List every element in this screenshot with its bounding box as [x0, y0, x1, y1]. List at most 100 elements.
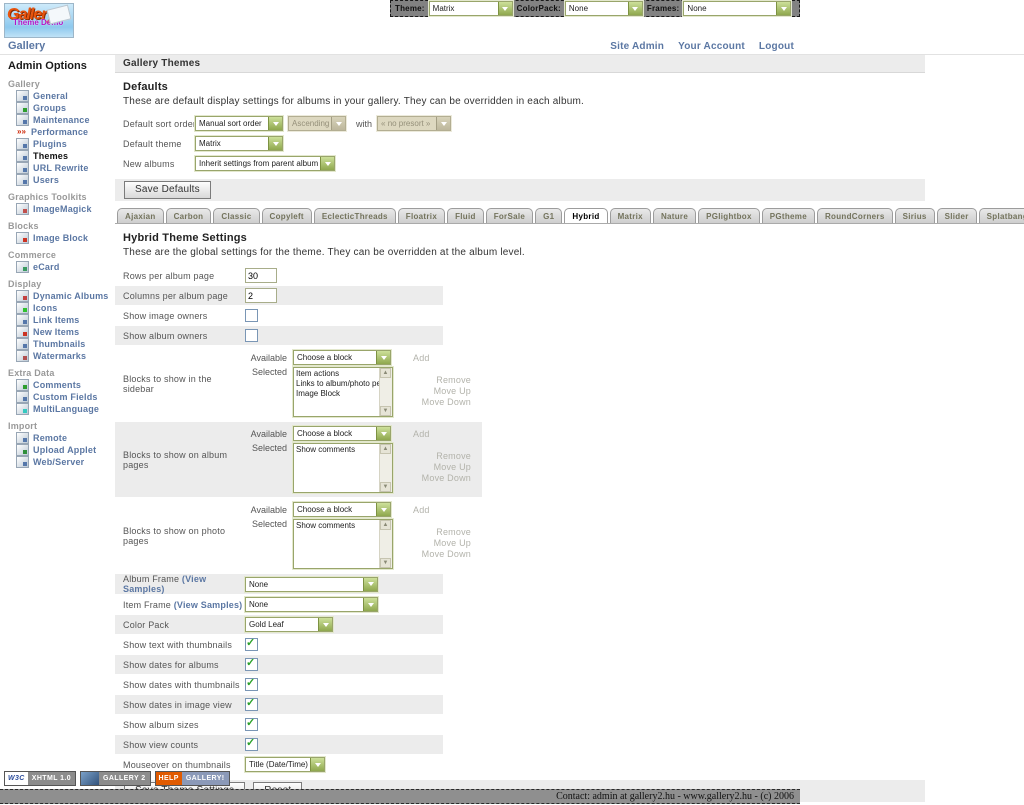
tab-eclecticthreads[interactable]: EclecticThreads — [314, 208, 396, 223]
tab-fluid[interactable]: Fluid — [447, 208, 484, 223]
action-remove-link[interactable]: Remove — [407, 527, 471, 538]
checkbox-show-album-owners[interactable] — [245, 329, 258, 342]
sidebar-item-web-server[interactable]: Web/Server — [16, 456, 115, 467]
tab-pgtheme[interactable]: PGtheme — [762, 208, 815, 223]
listbox-scrollbar[interactable]: ▲▼ — [379, 444, 392, 492]
view-samples-link[interactable]: (View Samples) — [174, 600, 243, 610]
checkbox-show-dates-with-thumbnails[interactable] — [245, 678, 258, 691]
sidebar-item-ecard[interactable]: eCard — [16, 261, 115, 272]
tab-splatbang[interactable]: Splatbang — [979, 208, 1024, 223]
action-remove-link[interactable]: Remove — [407, 375, 471, 386]
default-sort-order-select[interactable]: Manual sort order — [195, 116, 283, 131]
add-link[interactable]: Add — [413, 429, 430, 439]
checkbox-show-text-with-thumbnails[interactable] — [245, 638, 258, 651]
checkbox-show-album-sizes[interactable] — [245, 718, 258, 731]
tab-g1[interactable]: G1 — [535, 208, 562, 223]
tab-ajaxian[interactable]: Ajaxian — [117, 208, 164, 223]
action-move-up-link[interactable]: Move Up — [407, 538, 471, 549]
selected-blocks-listbox[interactable]: Item actionsLinks to album/photo peersIm… — [293, 367, 393, 417]
tab-copyleft[interactable]: Copyleft — [262, 208, 312, 223]
sidebar-item-plugins[interactable]: Plugins — [16, 138, 115, 149]
sidebar-item-watermarks[interactable]: Watermarks — [16, 350, 115, 361]
action-move-up-link[interactable]: Move Up — [407, 462, 471, 473]
gallery-logo[interactable]: Gallery Theme Demo — [4, 3, 74, 38]
colorpack-select[interactable]: None — [565, 1, 643, 16]
select-color-pack[interactable]: Gold Leaf — [245, 617, 333, 632]
sidebar-item-remote[interactable]: Remote — [16, 432, 115, 443]
sidebar-item-dynamic-albums[interactable]: Dynamic Albums — [16, 290, 115, 301]
text-input-columns-per-album-page[interactable] — [245, 288, 277, 303]
sidebar-item-link-items[interactable]: Link Items — [16, 314, 115, 325]
tab-slider[interactable]: Slider — [937, 208, 977, 223]
selected-blocks-listbox[interactable]: Show comments▲▼ — [293, 443, 393, 493]
gallery2-badge[interactable]: GALLERY 2 — [80, 771, 151, 786]
breadcrumb-gallery-link[interactable]: Gallery — [8, 40, 45, 52]
scroll-up-icon[interactable]: ▲ — [380, 520, 391, 530]
frames-select[interactable]: None — [683, 1, 791, 16]
help-gallery-badge[interactable]: HELP GALLERY! — [155, 771, 230, 786]
listbox-item[interactable]: Image Block — [296, 389, 378, 399]
tab-nature[interactable]: Nature — [653, 208, 696, 223]
scroll-down-icon[interactable]: ▼ — [380, 482, 391, 492]
listbox-item[interactable]: Show comments — [296, 521, 378, 531]
listbox-item[interactable]: Show comments — [296, 445, 378, 455]
your-account-link[interactable]: Your Account — [678, 41, 745, 52]
scroll-down-icon[interactable]: ▼ — [380, 558, 391, 568]
sidebar-item-users[interactable]: Users — [16, 174, 115, 185]
sidebar-item-url-rewrite[interactable]: URL Rewrite — [16, 162, 115, 173]
checkbox-show-view-counts[interactable] — [245, 738, 258, 751]
theme-select[interactable]: Matrix — [429, 1, 513, 16]
sidebar-item-performance[interactable]: »»Performance — [16, 126, 115, 137]
sidebar-item-maintenance[interactable]: Maintenance — [16, 114, 115, 125]
listbox-item[interactable]: Item actions — [296, 369, 378, 379]
tab-matrix[interactable]: Matrix — [610, 208, 651, 223]
scroll-down-icon[interactable]: ▼ — [380, 406, 391, 416]
default-theme-select[interactable]: Matrix — [195, 136, 283, 151]
sidebar-item-multilanguage[interactable]: MultiLanguage — [16, 403, 115, 414]
sidebar-item-general[interactable]: General — [16, 90, 115, 101]
tab-classic[interactable]: Classic — [213, 208, 259, 223]
select-mouseover-on-thumbnails[interactable]: Title (Date/Time) — [245, 757, 325, 772]
sidebar-item-upload-applet[interactable]: Upload Applet — [16, 444, 115, 455]
sidebar-item-icons[interactable]: Icons — [16, 302, 115, 313]
sidebar-item-imagemagick[interactable]: ImageMagick — [16, 203, 115, 214]
tab-sirius[interactable]: Sirius — [895, 208, 935, 223]
tab-carbon[interactable]: Carbon — [166, 208, 212, 223]
new-albums-select[interactable]: Inherit settings from parent album — [195, 156, 335, 171]
choose-block-select[interactable]: Choose a block — [293, 426, 391, 441]
action-move-down-link[interactable]: Move Down — [407, 397, 471, 408]
checkbox-show-dates-for-albums[interactable] — [245, 658, 258, 671]
tab-hybrid[interactable]: Hybrid — [564, 208, 607, 223]
scroll-up-icon[interactable]: ▲ — [380, 444, 391, 454]
tab-pglightbox[interactable]: PGlightbox — [698, 208, 760, 223]
sidebar-item-image-block[interactable]: Image Block — [16, 232, 115, 243]
logout-link[interactable]: Logout — [759, 41, 794, 52]
choose-block-select[interactable]: Choose a block — [293, 502, 391, 517]
select-item-frame[interactable]: None — [245, 597, 378, 612]
sidebar-item-new-items[interactable]: New Items — [16, 326, 115, 337]
listbox-scrollbar[interactable]: ▲▼ — [379, 520, 392, 568]
w3c-xhtml-badge[interactable]: W3C XHTML 1.0 — [4, 771, 76, 786]
tab-forsale[interactable]: ForSale — [486, 208, 533, 223]
select-album-frame[interactable]: None — [245, 577, 378, 592]
sidebar-item-themes[interactable]: Themes — [16, 150, 115, 161]
checkbox-show-dates-in-image-view[interactable] — [245, 698, 258, 711]
site-admin-link[interactable]: Site Admin — [610, 41, 664, 52]
save-defaults-button[interactable]: Save Defaults — [124, 181, 211, 199]
checkbox-show-image-owners[interactable] — [245, 309, 258, 322]
sidebar-item-comments[interactable]: Comments — [16, 379, 115, 390]
listbox-scrollbar[interactable]: ▲▼ — [379, 368, 392, 416]
action-move-up-link[interactable]: Move Up — [407, 386, 471, 397]
scroll-up-icon[interactable]: ▲ — [380, 368, 391, 378]
text-input-rows-per-album-page[interactable] — [245, 268, 277, 283]
choose-block-select[interactable]: Choose a block — [293, 350, 391, 365]
tab-roundcorners[interactable]: RoundCorners — [817, 208, 893, 223]
add-link[interactable]: Add — [413, 505, 430, 515]
sidebar-item-groups[interactable]: Groups — [16, 102, 115, 113]
add-link[interactable]: Add — [413, 353, 430, 363]
listbox-item[interactable]: Links to album/photo peers — [296, 379, 378, 389]
sidebar-item-custom-fields[interactable]: Custom Fields — [16, 391, 115, 402]
selected-blocks-listbox[interactable]: Show comments▲▼ — [293, 519, 393, 569]
action-move-down-link[interactable]: Move Down — [407, 473, 471, 484]
sidebar-item-thumbnails[interactable]: Thumbnails — [16, 338, 115, 349]
